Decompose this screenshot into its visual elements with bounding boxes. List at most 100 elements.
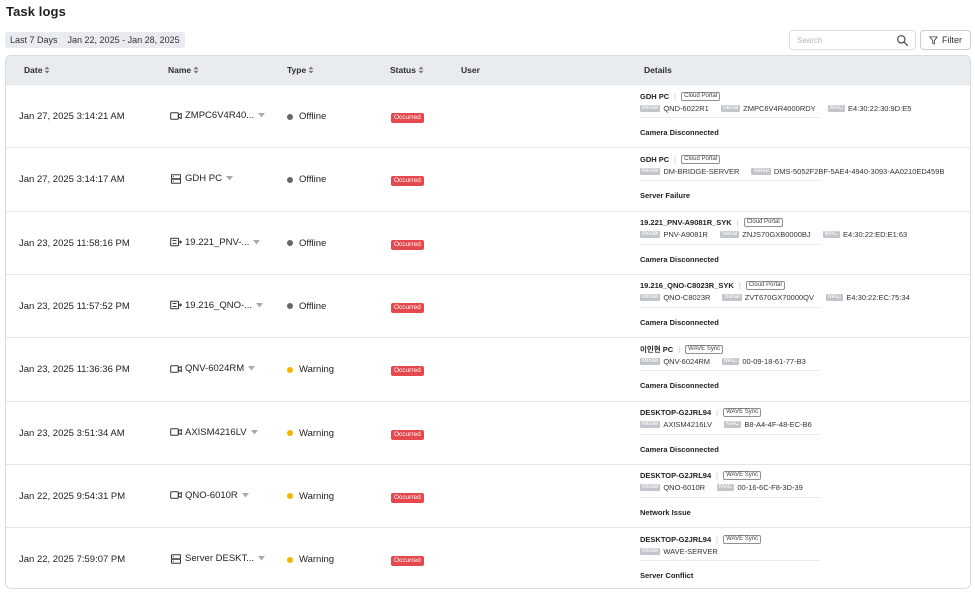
row-type: Warning [287, 428, 334, 439]
details-separator: | [716, 471, 719, 481]
row-details: DESKTOP-G2JRL94 | WAVE Sync Model WAVE-SE… [640, 534, 820, 580]
row-name-cell[interactable]: GDH PC [170, 173, 233, 184]
table-row[interactable]: Jan 27, 2025 3:14:17 AM GDH PC Offline O… [6, 147, 970, 210]
property-value: QNO-6010R [663, 483, 706, 493]
search-input[interactable] [790, 35, 890, 45]
row-type: Offline [287, 174, 326, 185]
table-row[interactable]: Jan 23, 2025 3:51:34 AM AXISM4216LV Warn… [6, 400, 970, 464]
source-badge: Cloud Portal [681, 154, 721, 164]
encoder-icon [170, 237, 182, 247]
row-name-cell[interactable]: 19.221_PNV-... [170, 237, 261, 248]
search-icon[interactable] [896, 34, 909, 47]
row-type: Offline [287, 301, 326, 312]
details-properties: Model PNV-A9081R Serial ZNJS70GXB0000BJ MAC E… [640, 230, 919, 241]
table-row[interactable]: Jan 27, 2025 3:14:21 AM ZMPC6V4R40... Of… [6, 84, 970, 147]
caret-down-icon[interactable] [225, 176, 233, 181]
details-properties: Model QND-6022R1 Serial ZMPC6V4R4000RDY MAC E… [640, 104, 923, 114]
status-badge: Occurred [391, 429, 424, 440]
details-summary: Camera Disconnected [640, 254, 719, 264]
property-value: E4:30:22:EC:75:34 [846, 293, 910, 303]
camera-icon [170, 491, 182, 500]
caret-down-icon[interactable] [253, 239, 261, 245]
details-summary: Network Issue [640, 507, 691, 517]
details-properties: Model QNV-6024RM MAC 00-09-18-61-77-B3 [640, 357, 820, 367]
details-properties: Model DM-BRIDGE-SERVER Serial DMS-5052F2BF-… [640, 167, 956, 177]
caret-down-icon[interactable] [250, 429, 258, 435]
property-value: E4:30:22:30:9D:E5 [848, 103, 912, 113]
row-name-cell[interactable]: AXISM4216LV [170, 427, 258, 438]
property-value: PNV-A9081R [663, 230, 708, 240]
column-date[interactable]: Date [24, 65, 50, 75]
sort-icon [418, 66, 424, 74]
details-host: 19.216_QNO-C8023R_SYK [640, 281, 734, 291]
property-tag: Model [640, 547, 661, 555]
filter-button-label: Filter [942, 35, 962, 45]
details-summary: Camera Disconnected [640, 444, 719, 454]
table-row[interactable]: Jan 22, 2025 9:54:31 PM QNO-6010R Warnin… [6, 463, 970, 527]
row-device-name: Server DESKT... [185, 553, 255, 565]
status-badge: Occurred [391, 239, 424, 250]
row-device-name: QNV-6024RM [185, 363, 245, 375]
details-header: DESKTOP-G2JRL94 | WAVE Sync [640, 471, 820, 481]
property-value: B8-A4-4F-48-EC-B6 [744, 420, 812, 429]
source-badge: WAVE Sync [685, 344, 724, 354]
property-value: 00-09-18-61-77-B3 [742, 356, 806, 366]
row-type-label: Warning [299, 490, 335, 502]
caret-down-icon[interactable] [258, 556, 266, 561]
table-row[interactable]: Jan 22, 2025 7:59:07 PM Server DESKT... … [6, 527, 970, 588]
caret-down-icon[interactable] [248, 366, 256, 371]
task-log-table: Date Name Type Status User Details Jan 2… [5, 55, 971, 589]
row-type-label: Offline [299, 300, 327, 312]
property-value: QNV-6024RM [663, 356, 711, 366]
row-type-label: Warning [299, 554, 335, 566]
column-status[interactable]: Status [390, 65, 424, 75]
table-row[interactable]: Jan 23, 2025 11:36:36 PM QNV-6024RM Warn… [6, 337, 970, 400]
property-value: QND-6022R1 [663, 103, 709, 113]
date-range-value: Jan 22, 2025 - Jan 28, 2025 [67, 35, 180, 45]
caret-down-icon[interactable] [256, 302, 264, 308]
table-row[interactable]: Jan 23, 2025 11:58:16 PM 19.221_PNV-... … [6, 210, 970, 274]
row-name-cell[interactable]: ZMPC6V4R40... [170, 110, 266, 121]
property-tag: Serial [751, 167, 771, 175]
row-date: Jan 22, 2025 7:59:07 PM [19, 554, 126, 566]
details-summary: Camera Disconnected [640, 128, 719, 137]
caret-down-icon[interactable] [241, 492, 249, 498]
date-range-chip[interactable]: Last 7 Days Jan 22, 2025 - Jan 28, 2025 [5, 32, 185, 48]
property-tag: Model [640, 357, 661, 365]
table-header: Date Name Type Status User Details [6, 56, 970, 84]
column-name[interactable]: Name [168, 65, 199, 75]
row-name-cell[interactable]: 19.216_QNO-... [170, 300, 264, 311]
source-badge: WAVE Sync [723, 408, 762, 417]
details-host: DESKTOP-G2JRL94 [640, 471, 712, 481]
row-details: GDH PC | Cloud Portal Model DM-BRIDGE-SER… [640, 154, 956, 200]
details-summary: Camera Disconnected [640, 317, 719, 327]
caret-down-icon[interactable] [258, 113, 266, 118]
table-row[interactable]: Jan 23, 2025 11:57:52 PM 19.216_QNO-... … [6, 273, 970, 337]
row-date: Jan 23, 2025 3:51:34 AM [19, 427, 125, 439]
camera-icon [170, 428, 182, 436]
property-value: 00-16-6C-F8-3D-39 [737, 483, 803, 493]
row-name-cell[interactable]: QNO-6010R [170, 490, 249, 501]
date-range-label: Last 7 Days [10, 35, 58, 45]
details-header: GDH PC | Cloud Portal [640, 154, 956, 164]
row-name-cell[interactable]: QNV-6024RM [170, 363, 256, 375]
details-divider [640, 560, 820, 562]
column-date-label: Date [24, 65, 43, 75]
status-badge: Occurred [391, 113, 424, 123]
filter-button[interactable]: Filter [920, 30, 971, 50]
row-details: 이인현 PC | WAVE Sync Model QNV-6024RM MAC 00-… [640, 344, 820, 390]
type-status-dot [287, 366, 293, 373]
row-name-cell[interactable]: Server DESKT... [170, 553, 266, 565]
row-type-label: Warning [299, 364, 335, 376]
row-type-label: Warning [299, 427, 335, 439]
row-type: Offline [287, 111, 326, 122]
column-type[interactable]: Type [287, 65, 314, 75]
status-badge: Occurred [391, 492, 424, 503]
status-badge: Occurred [391, 556, 424, 567]
details-host: DESKTOP-G2JRL94 [640, 408, 712, 417]
property-tag: MAC [717, 484, 735, 492]
column-status-label: Status [390, 65, 416, 75]
type-status-dot [287, 556, 293, 563]
search-box[interactable] [789, 30, 916, 50]
row-date: Jan 27, 2025 3:14:17 AM [19, 174, 125, 186]
